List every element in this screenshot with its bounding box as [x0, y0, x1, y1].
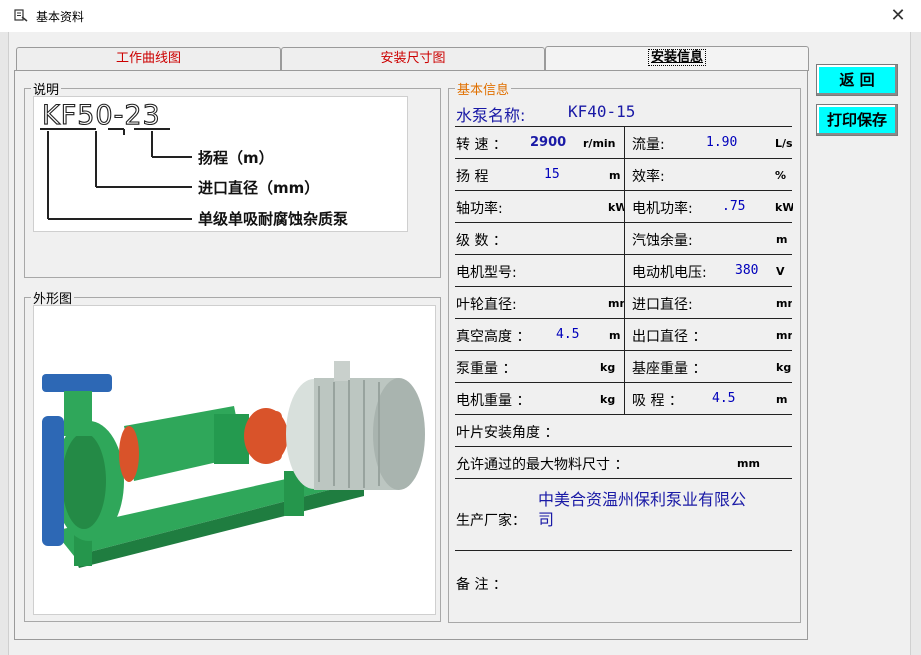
tab-work-curve[interactable]: 工作曲线图: [16, 47, 281, 70]
pump-name-value: KF40-15: [568, 102, 636, 121]
pump-weight-label: 泵重量 ：: [456, 361, 517, 377]
remarks-label: 备 注 ：: [456, 577, 507, 593]
suction-value: 4.5: [712, 391, 736, 406]
npsh-label: 汽蚀余量:: [632, 233, 693, 249]
speed-value: 2900: [530, 135, 567, 150]
pump-weight-unit: kg: [600, 361, 616, 374]
manufacturer-value-line1: 中美合资温州保利泵业有限公: [538, 490, 747, 509]
impeller-diameter-label: 叶轮直径:: [456, 297, 517, 313]
motor-voltage-label: 电动机电压:: [632, 265, 707, 281]
tab-install-dimensions[interactable]: 安装尺寸图: [281, 47, 545, 70]
head-value: 15: [544, 167, 560, 182]
head-unit: m: [609, 169, 621, 182]
motor-power-label: 电机功率:: [632, 201, 693, 217]
row-divider: [455, 414, 792, 415]
tab-install-info[interactable]: 安装信息: [545, 46, 809, 71]
print-save-button[interactable]: 打印保存: [816, 104, 898, 136]
motor-model-label: 电机型号:: [456, 265, 517, 281]
impeller-diameter-unit: mm: [608, 297, 624, 310]
tab-install-info-label: 安装信息: [647, 49, 706, 66]
flow-unit: L/s: [775, 137, 793, 150]
model-code-diagram: KF50-23 扬程（m） 进口直径（mm） 单级单吸耐腐蚀杂质泵: [33, 96, 408, 232]
manufacturer-value-line2: 司: [538, 510, 555, 529]
model-code-text: KF50-23: [42, 100, 161, 131]
flow-value: 1.90: [706, 135, 738, 150]
title-bar: [0, 0, 921, 32]
base-weight-label: 基座重量 ：: [632, 361, 707, 377]
motor-power-unit: kW: [775, 201, 793, 214]
motor-voltage-value: 380: [735, 263, 759, 278]
back-button[interactable]: 返 回: [816, 64, 898, 96]
speed-unit: r/min: [583, 137, 616, 150]
manufacturer-label: 生产厂家：: [456, 513, 526, 529]
app-icon: [14, 9, 28, 22]
vacuum-height-unit: m: [609, 329, 621, 342]
row-divider: [455, 478, 792, 479]
inlet-diameter-label: 进口直径:: [632, 297, 693, 313]
base-weight-unit: kg: [776, 361, 792, 374]
inlet-diameter-unit: mm: [776, 297, 792, 310]
annotation-head: 扬程（m）: [198, 149, 274, 167]
motor-weight-unit: kg: [600, 393, 616, 406]
column-divider: [624, 126, 625, 414]
motor-power-value: .75: [722, 199, 746, 214]
window-title: 基本资料: [36, 10, 85, 24]
row-divider: [455, 550, 792, 551]
efficiency-unit: %: [775, 169, 787, 182]
stages-label: 级 数 ：: [456, 233, 507, 249]
pump-name-label: 水泵名称:: [456, 106, 526, 125]
pump-photo: [33, 305, 436, 615]
speed-label: 转 速 ：: [456, 137, 507, 153]
background-window-edge: [0, 32, 9, 655]
vacuum-height-label: 真空高度 ：: [456, 329, 531, 345]
efficiency-label: 效率:: [632, 169, 665, 185]
close-icon[interactable]: ✕: [884, 4, 912, 28]
shaft-power-label: 轴功率:: [456, 201, 503, 217]
annotation-type: 单级单吸耐腐蚀杂质泵: [198, 210, 348, 228]
shaft-power-unit: kW: [608, 201, 624, 214]
motor-weight-label: 电机重量 ：: [456, 393, 531, 409]
outlet-diameter-label: 出口直径 ：: [632, 329, 707, 345]
row-divider: [455, 446, 792, 447]
flow-label: 流量:: [632, 137, 665, 153]
suction-unit: m: [776, 393, 788, 406]
suction-label: 吸 程 ：: [632, 393, 683, 409]
basic-info-legend: 基本信息: [457, 83, 510, 98]
blade-angle-label: 叶片安装角度 ：: [456, 425, 559, 441]
annotation-inlet: 进口直径（mm）: [198, 179, 319, 197]
head-label: 扬 程: [456, 169, 489, 185]
motor-voltage-unit: V: [776, 265, 785, 278]
max-particle-unit: mm: [737, 457, 760, 470]
npsh-unit: m: [776, 233, 788, 246]
max-particle-label: 允许通过的最大物料尺寸 ：: [456, 457, 629, 473]
window-right-edge: [910, 32, 921, 655]
outlet-diameter-unit: mm: [776, 329, 792, 342]
vacuum-height-value: 4.5: [556, 327, 580, 342]
